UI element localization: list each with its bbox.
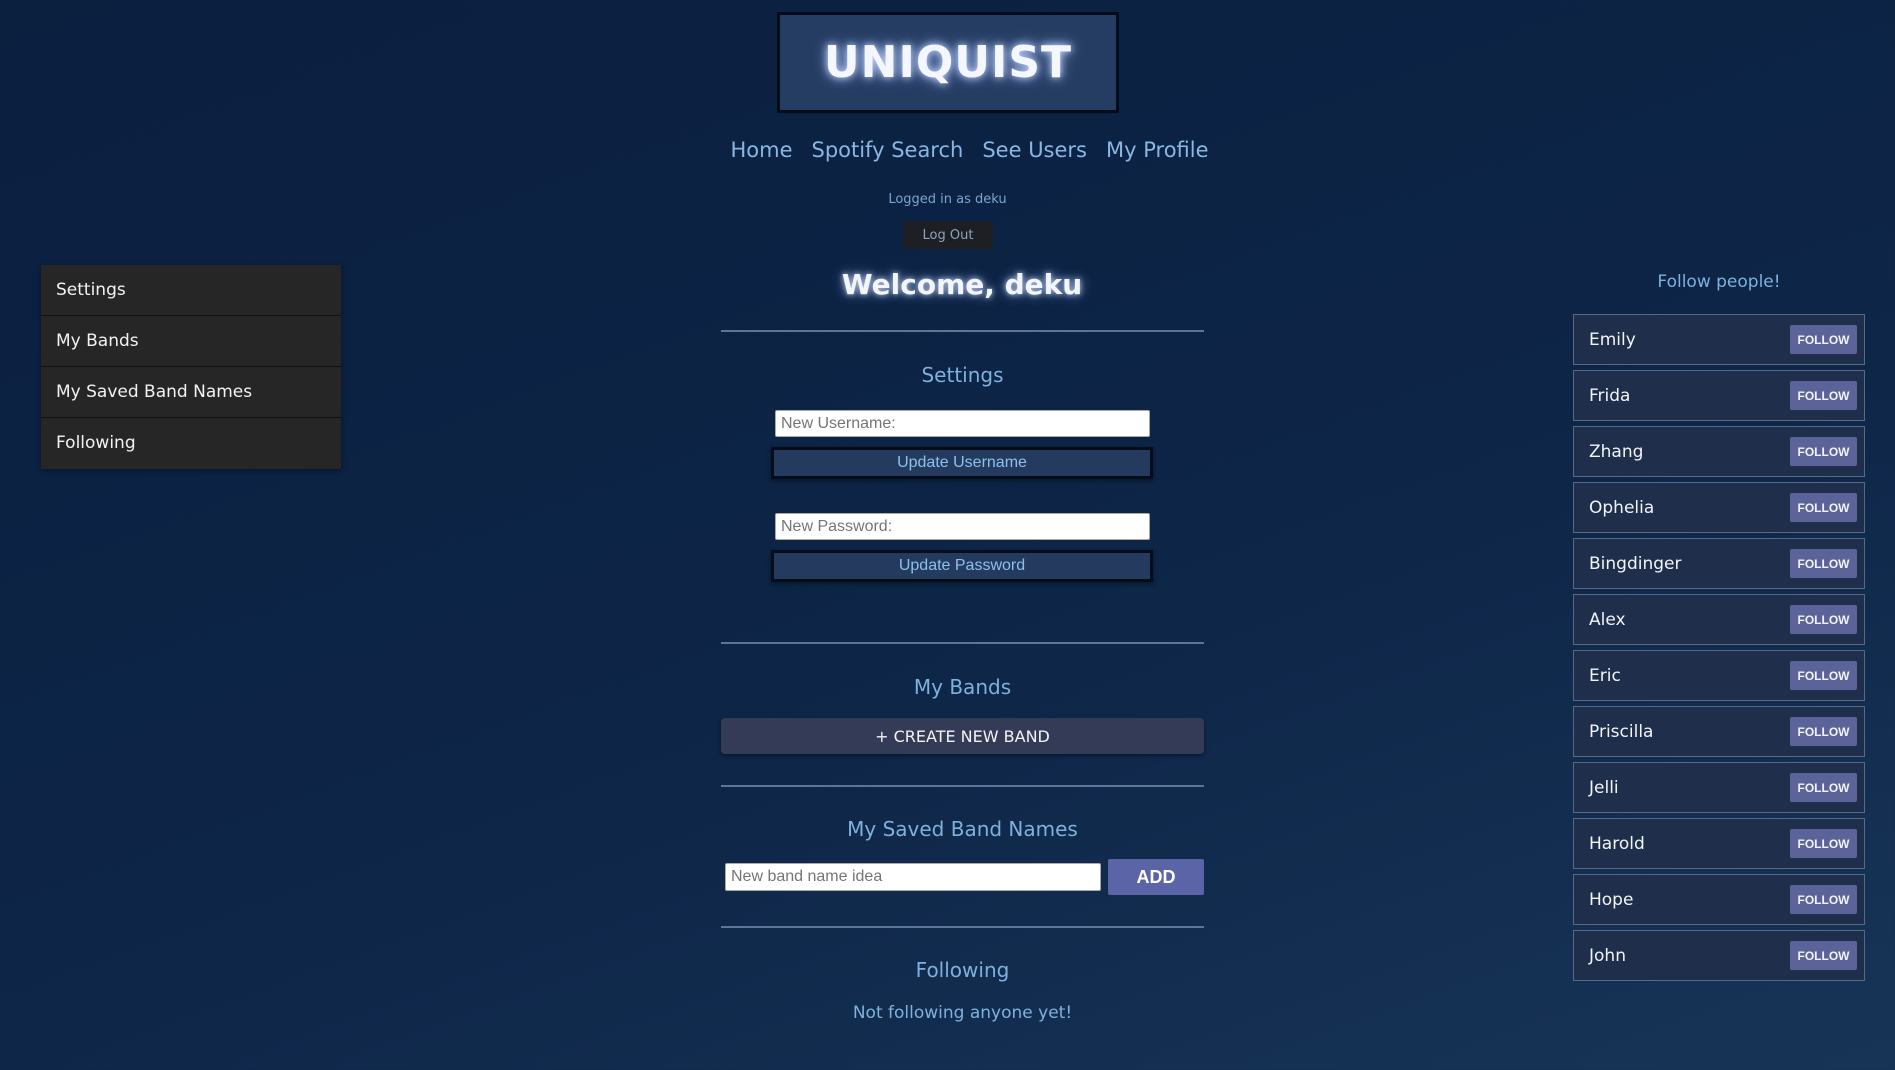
follow-user-row: Emily FOLLOW <box>1573 314 1865 365</box>
follow-people-list: Emily FOLLOW Frida FOLLOW Zhang FOLLOW Ophelia… <box>1573 314 1865 986</box>
nav-spotify-search-link[interactable]: Spotify Search <box>811 138 963 162</box>
sidebar-item-following[interactable]: Following <box>41 418 341 469</box>
new-username-input[interactable] <box>775 410 1150 437</box>
section-divider <box>721 330 1204 332</box>
follow-button[interactable]: FOLLOW <box>1790 717 1857 746</box>
nav-see-users-link[interactable]: See Users <box>982 138 1087 162</box>
profile-sidebar: Settings My Bands My Saved Band Names Fo… <box>41 265 341 469</box>
settings-title: Settings <box>921 363 1004 387</box>
nav-home-link[interactable]: Home <box>730 138 792 162</box>
follow-user-name: Priscilla <box>1589 721 1654 742</box>
sidebar-item-my-bands[interactable]: My Bands <box>41 316 341 367</box>
follow-user-name: Emily <box>1589 329 1636 350</box>
follow-user-name: Jelli <box>1589 777 1619 798</box>
update-password-button[interactable]: Update Password <box>771 550 1153 582</box>
my-bands-title: My Bands <box>913 675 1012 699</box>
follow-button[interactable]: FOLLOW <box>1790 885 1857 914</box>
follow-user-name: John <box>1589 945 1626 966</box>
follow-user-row: Priscilla FOLLOW <box>1573 706 1865 757</box>
follow-user-row: Bingdinger FOLLOW <box>1573 538 1865 589</box>
follow-user-row: Zhang FOLLOW <box>1573 426 1865 477</box>
follow-user-row: Alex FOLLOW <box>1573 594 1865 645</box>
follow-user-name: Zhang <box>1589 441 1644 462</box>
follow-button[interactable]: FOLLOW <box>1790 493 1857 522</box>
following-empty-message: Not following anyone yet! <box>852 1003 1073 1023</box>
follow-button[interactable]: FOLLOW <box>1790 437 1857 466</box>
follow-user-row: Hope FOLLOW <box>1573 874 1865 925</box>
section-divider <box>721 926 1204 928</box>
follow-button[interactable]: FOLLOW <box>1790 549 1857 578</box>
follow-user-row: Harold FOLLOW <box>1573 818 1865 869</box>
follow-user-row: Eric FOLLOW <box>1573 650 1865 701</box>
follow-user-name: Eric <box>1589 665 1621 686</box>
section-divider <box>721 642 1204 644</box>
follow-user-name: Bingdinger <box>1589 553 1682 574</box>
band-name-idea-input[interactable] <box>725 863 1101 891</box>
update-username-button[interactable]: Update Username <box>771 447 1153 479</box>
follow-button[interactable]: FOLLOW <box>1790 381 1857 410</box>
logo-text: UNIQUIST <box>823 37 1073 88</box>
follow-user-name: Alex <box>1589 609 1626 630</box>
follow-user-row: Ophelia FOLLOW <box>1573 482 1865 533</box>
follow-user-name: Hope <box>1589 889 1634 910</box>
create-new-band-button[interactable]: + CREATE NEW BAND <box>721 718 1204 754</box>
follow-user-row: Jelli FOLLOW <box>1573 762 1865 813</box>
follow-user-name: Frida <box>1589 385 1631 406</box>
following-title: Following <box>915 958 1010 982</box>
follow-button[interactable]: FOLLOW <box>1790 941 1857 970</box>
follow-button[interactable]: FOLLOW <box>1790 661 1857 690</box>
follow-button[interactable]: FOLLOW <box>1790 773 1857 802</box>
follow-user-name: Harold <box>1589 833 1645 854</box>
logo-banner: UNIQUIST <box>777 12 1119 113</box>
sidebar-item-saved-band-names[interactable]: My Saved Band Names <box>41 367 341 418</box>
sidebar-item-settings[interactable]: Settings <box>41 265 341 316</box>
follow-user-row: Frida FOLLOW <box>1573 370 1865 421</box>
follow-button[interactable]: FOLLOW <box>1790 829 1857 858</box>
logged-in-status: Logged in as deku <box>888 192 1007 207</box>
new-password-input[interactable] <box>775 513 1150 540</box>
follow-button[interactable]: FOLLOW <box>1790 325 1857 354</box>
main-nav: Home Spotify Search See Users My Profile <box>0 138 1895 162</box>
saved-band-names-title: My Saved Band Names <box>847 817 1078 841</box>
logout-button[interactable]: Log Out <box>903 221 993 249</box>
add-band-name-button[interactable]: ADD <box>1108 859 1204 895</box>
section-divider <box>721 785 1204 787</box>
follow-user-row: John FOLLOW <box>1573 930 1865 981</box>
nav-my-profile-link[interactable]: My Profile <box>1106 138 1209 162</box>
follow-people-title: Follow people! <box>1657 272 1781 292</box>
follow-button[interactable]: FOLLOW <box>1790 605 1857 634</box>
follow-user-name: Ophelia <box>1589 497 1655 518</box>
